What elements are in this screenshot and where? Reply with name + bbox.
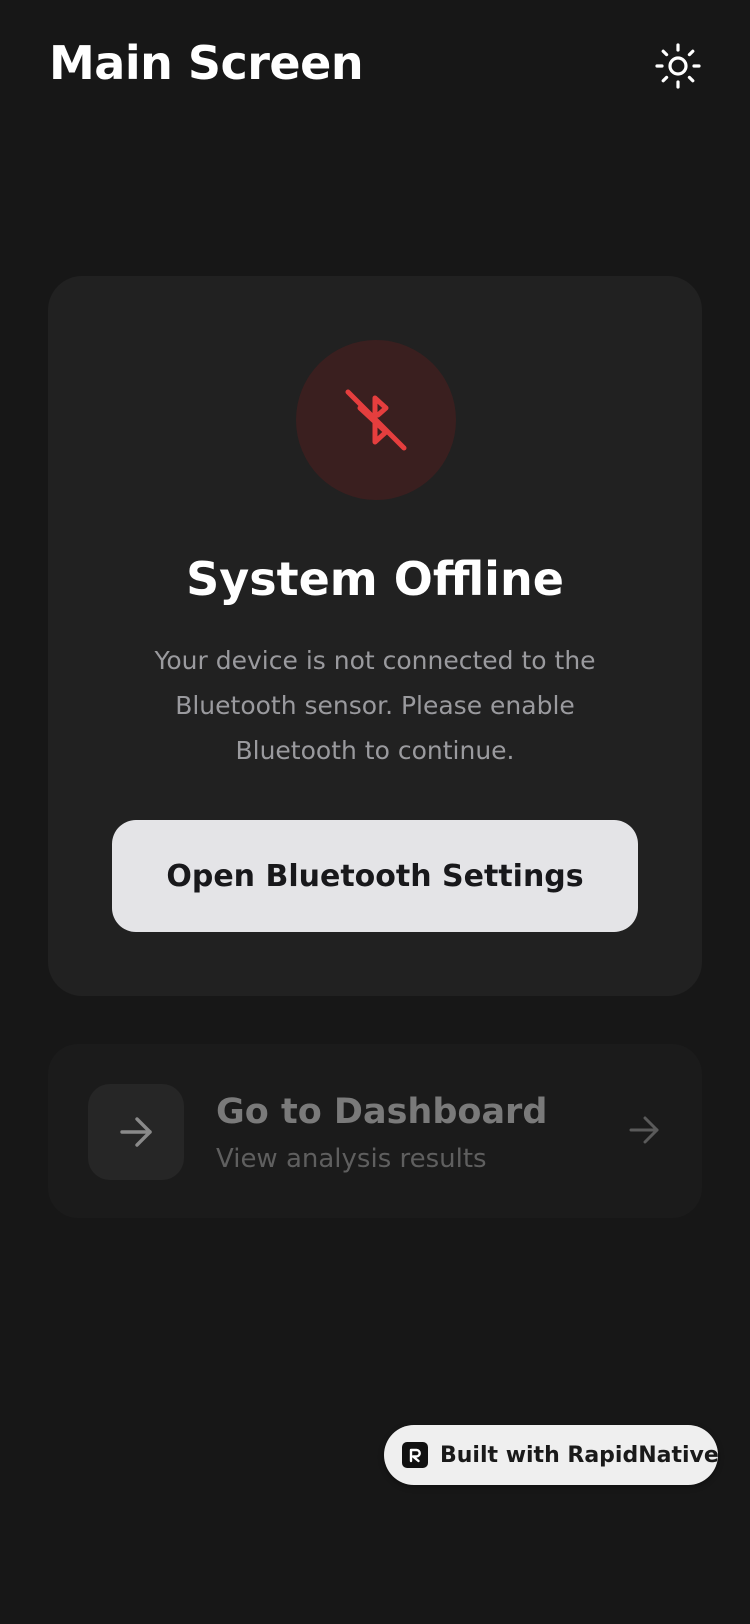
arrow-right-icon <box>629 1116 659 1144</box>
page-title: Main Screen <box>49 36 364 90</box>
dashboard-arrow <box>624 1110 664 1150</box>
go-to-dashboard-card[interactable]: Go to Dashboard View analysis results <box>48 1044 702 1218</box>
dashboard-subtitle: View analysis results <box>216 1144 487 1174</box>
theme-toggle-button[interactable] <box>650 38 706 94</box>
rapidnative-logo-icon <box>402 1442 428 1468</box>
bluetooth-off-icon <box>345 389 407 451</box>
open-bluetooth-settings-button[interactable]: Open Bluetooth Settings <box>112 820 638 932</box>
status-title: System Offline <box>186 552 564 606</box>
status-message: Your device is not connected to the Blue… <box>154 646 596 765</box>
sun-icon <box>655 43 701 89</box>
arrow-right-icon <box>120 1117 152 1147</box>
dashboard-title: Go to Dashboard <box>216 1092 548 1132</box>
built-with-label: Built with RapidNative <box>440 1442 719 1468</box>
status-icon-container <box>296 340 456 500</box>
status-card: System Offline Your device is not connec… <box>48 276 702 996</box>
header: Main Screen <box>0 0 750 130</box>
built-with-badge[interactable]: Built with RapidNative <box>384 1425 719 1485</box>
dashboard-icon-container <box>88 1084 184 1180</box>
